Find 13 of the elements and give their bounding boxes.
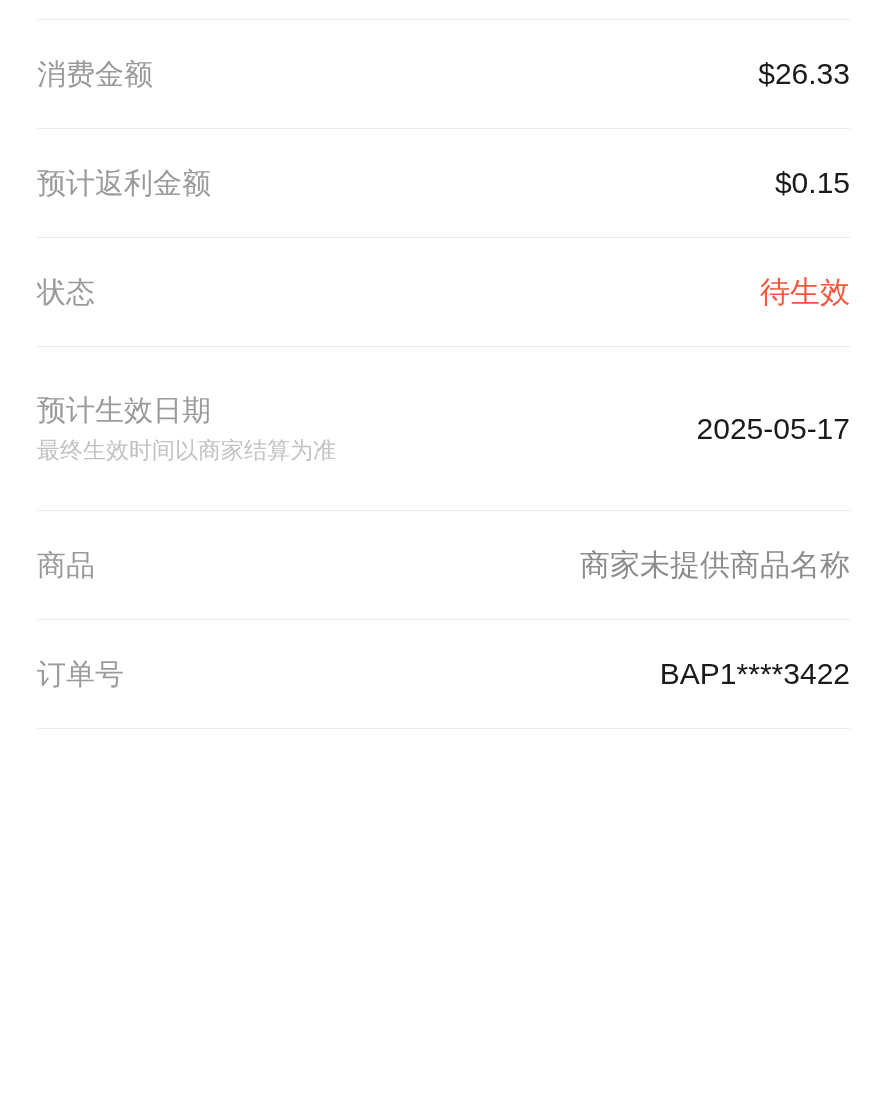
row-value: 2025-05-17 xyxy=(696,410,850,447)
row-value: 商家未提供商品名称 xyxy=(580,546,850,584)
row-value: 待生效 xyxy=(760,273,850,311)
row-label: 订单号 xyxy=(37,655,124,693)
row-label: 状态 xyxy=(37,273,95,311)
row-note: 最终生效时间以商家结算为准 xyxy=(37,436,336,465)
row-value: BAP1****3422 xyxy=(659,656,850,693)
row-label: 商品 xyxy=(37,546,95,584)
row-label: 预计返利金额 xyxy=(37,164,211,202)
row-value: $0.15 xyxy=(774,165,850,202)
row-label: 消费金额 xyxy=(37,55,153,93)
row-value: $26.33 xyxy=(758,56,850,93)
row-label: 预计生效日期 xyxy=(37,392,212,429)
